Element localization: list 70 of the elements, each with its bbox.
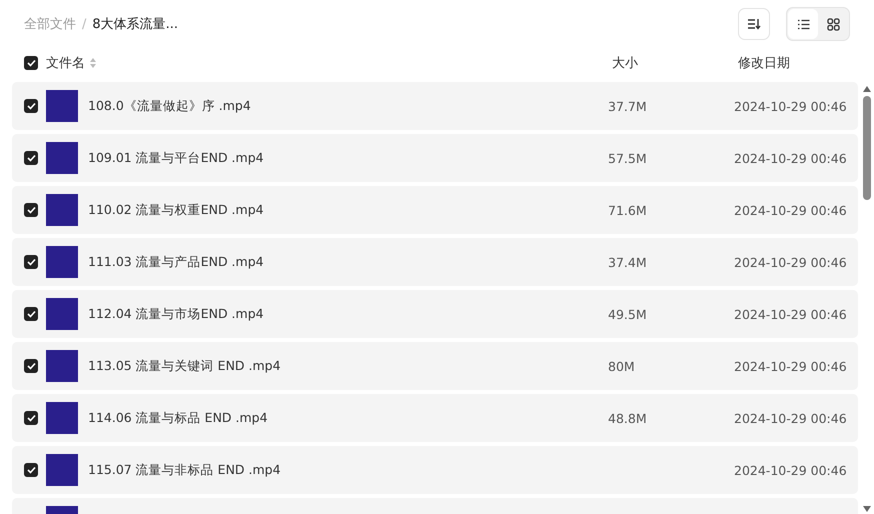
check-icon — [26, 154, 36, 162]
modified-date: 2024-10-29 00:46 — [734, 150, 847, 166]
check-icon — [26, 414, 36, 422]
file-size: 37.4M — [608, 254, 647, 270]
modified-date: 2024-10-29 00:46 — [734, 98, 847, 114]
file-row[interactable]: 114.06 流量与标品 END .mp4 48.8M 2024-10-29 00:46 — [12, 394, 858, 442]
file-name: 113.05 流量与关键词 END .mp4 — [88, 358, 281, 374]
sort-icon — [747, 18, 761, 30]
scroll-down-icon[interactable] — [863, 506, 871, 512]
row-checkbox[interactable] — [24, 411, 38, 425]
check-icon — [26, 59, 36, 67]
video-thumbnail-placeholder — [46, 142, 78, 174]
check-icon — [26, 362, 36, 370]
breadcrumb-separator: / — [82, 16, 86, 32]
column-header[interactable]: 文件名 — [46, 54, 85, 72]
file-row[interactable]: 111.03 流量与产品END .mp4 37.4M 2024-10-29 00:46 — [12, 238, 858, 286]
file-name: 108.0《流量做起》序 .mp4 — [88, 98, 251, 114]
check-icon — [26, 310, 36, 318]
file-name: 112.04 流量与市场END .mp4 — [88, 306, 264, 322]
video-thumbnail-placeholder — [46, 90, 78, 122]
file-name: 111.03 流量与产品END .mp4 — [88, 254, 264, 270]
modified-date: 2024-10-29 00:46 — [734, 306, 847, 322]
file-row[interactable]: 115.07 流量与非标品 END .mp4 2024-10-29 00:46 — [12, 446, 858, 494]
file-row[interactable]: 110.02 流量与权重END .mp4 71.6M 2024-10-29 00:46 — [12, 186, 858, 234]
file-row[interactable]: 112.04 流量与市场END .mp4 49.5M 2024-10-29 00:46 — [12, 290, 858, 338]
row-checkbox[interactable] — [24, 203, 38, 217]
grid-icon — [826, 18, 840, 30]
row-checkbox[interactable] — [24, 151, 38, 165]
modified-date: 2024-10-29 00:46 — [734, 254, 847, 270]
check-icon — [26, 466, 36, 474]
file-size: 71.6M — [608, 202, 647, 218]
list-icon — [796, 18, 810, 30]
select-all-checkbox[interactable] — [24, 56, 38, 70]
breadcrumb-item: 8大体系流量... — [92, 16, 178, 33]
file-row[interactable]: 109.01 流量与平台END .mp4 57.5M 2024-10-29 00:46 — [12, 134, 858, 182]
row-checkbox[interactable] — [24, 463, 38, 477]
video-thumbnail-placeholder — [46, 194, 78, 226]
row-checkbox[interactable] — [24, 99, 38, 113]
file-size: 48.8M — [608, 410, 647, 426]
file-name: 115.07 流量与非标品 END .mp4 — [88, 462, 281, 478]
row-checkbox[interactable] — [24, 255, 38, 269]
sort-button[interactable] — [738, 8, 770, 40]
scrollbar-thumb[interactable] — [863, 96, 871, 200]
file-name: 114.06 流量与标品 END .mp4 — [88, 410, 268, 426]
file-row[interactable]: 113.05 流量与关键词 END .mp4 80M 2024-10-29 00:46 — [12, 342, 858, 390]
list-view-button[interactable] — [788, 9, 818, 39]
file-name: 109.01 流量与平台END .mp4 — [88, 150, 264, 166]
row-checkbox[interactable] — [24, 359, 38, 373]
column-header[interactable]: 修改日期 — [738, 54, 790, 72]
file-size: 57.5M — [608, 150, 647, 166]
scroll-up-icon[interactable] — [863, 86, 871, 92]
video-thumbnail-placeholder — [46, 246, 78, 278]
check-icon — [26, 258, 36, 266]
video-thumbnail-placeholder — [46, 350, 78, 382]
file-size: 37.7M — [608, 98, 647, 114]
modified-date: 2024-10-29 00:46 — [734, 462, 847, 478]
video-thumbnail-placeholder — [46, 402, 78, 434]
modified-date: 2024-10-29 00:46 — [734, 202, 847, 218]
file-size: 49.5M — [608, 306, 647, 322]
column-header[interactable]: 大小 — [612, 54, 638, 72]
row-checkbox[interactable] — [24, 307, 38, 321]
video-thumbnail-placeholder — [46, 454, 78, 486]
video-thumbnail-placeholder — [46, 298, 78, 330]
check-icon — [26, 102, 36, 110]
modified-date: 2024-10-29 00:46 — [734, 358, 847, 374]
file-row[interactable]: 108.0《流量做起》序 .mp4 37.7M 2024-10-29 00:46 — [12, 82, 858, 130]
file-name: 110.02 流量与权重END .mp4 — [88, 202, 264, 218]
file-size: 80M — [608, 358, 635, 374]
check-icon — [26, 206, 36, 214]
modified-date: 2024-10-29 00:46 — [734, 410, 847, 426]
